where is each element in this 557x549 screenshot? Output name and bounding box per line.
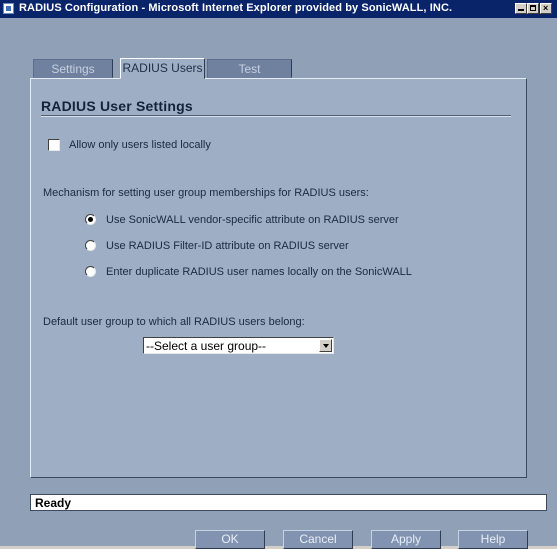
title-bar[interactable]: RADIUS Configuration - Microsoft Interne… xyxy=(0,0,557,18)
allow-local-users-checkbox[interactable] xyxy=(48,139,60,151)
apply-button[interactable]: Apply xyxy=(371,530,441,549)
ie-page-icon xyxy=(3,3,14,14)
radio-filter-id[interactable] xyxy=(85,240,96,251)
close-icon[interactable]: × xyxy=(540,3,552,14)
user-group-select-value: --Select a user group-- xyxy=(146,339,267,353)
status-bar: Ready xyxy=(30,494,547,511)
tab-settings[interactable]: Settings xyxy=(33,59,113,78)
chevron-down-icon[interactable] xyxy=(319,339,332,352)
maximize-icon[interactable] xyxy=(527,3,539,14)
radio-filter-id-label: Use RADIUS Filter-ID attribute on RADIUS… xyxy=(106,240,349,252)
tab-radius-users[interactable]: RADIUS Users xyxy=(120,58,205,79)
radius-users-panel: RADIUS User Settings Allow only users li… xyxy=(30,78,527,478)
title-divider xyxy=(41,115,511,116)
radio-vendor-attribute[interactable] xyxy=(85,214,96,225)
user-group-select[interactable]: --Select a user group-- xyxy=(143,337,334,354)
window-title: RADIUS Configuration - Microsoft Interne… xyxy=(19,2,453,14)
radio-local-names[interactable] xyxy=(85,266,96,277)
cancel-button[interactable]: Cancel xyxy=(283,530,353,549)
radio-local-names-label: Enter duplicate RADIUS user names locall… xyxy=(106,266,412,278)
default-group-label: Default user group to which all RADIUS u… xyxy=(43,316,305,328)
ok-button[interactable]: OK xyxy=(195,530,265,549)
status-text: Ready xyxy=(35,496,72,510)
radio-selected-dot xyxy=(88,217,93,222)
help-button[interactable]: Help xyxy=(458,530,528,549)
tab-test[interactable]: Test xyxy=(207,59,292,78)
minimize-icon[interactable] xyxy=(515,3,527,14)
allow-local-users-label: Allow only users listed locally xyxy=(69,139,211,151)
panel-title: RADIUS User Settings xyxy=(41,98,193,114)
mechanism-label: Mechanism for setting user group members… xyxy=(43,187,369,199)
radio-vendor-attribute-label: Use SonicWALL vendor-specific attribute … xyxy=(106,214,399,226)
window-body: Settings RADIUS Users Test RADIUS User S… xyxy=(0,18,557,549)
